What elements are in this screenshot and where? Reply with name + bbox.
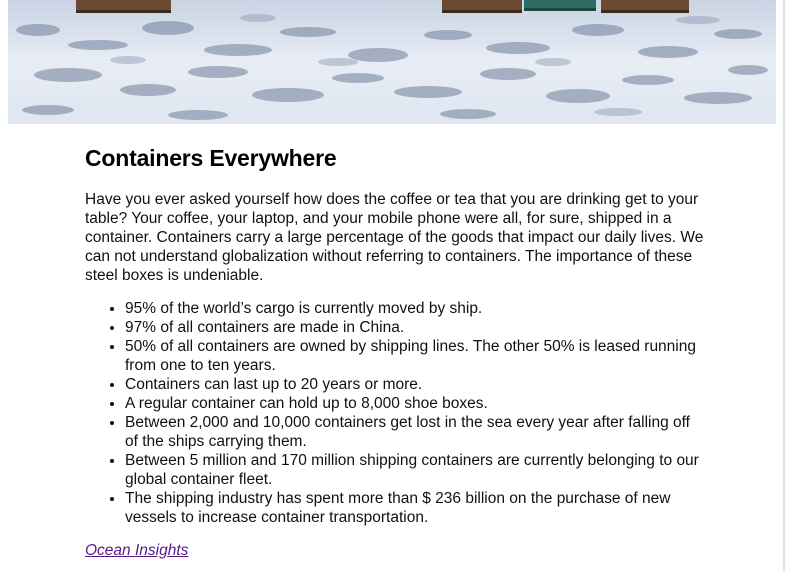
hero-image — [8, 0, 776, 124]
source-link[interactable]: Ocean Insights — [85, 541, 188, 560]
hero-reflection-image — [8, 0, 776, 124]
facts-list: 95% of the world’s cargo is currently mo… — [85, 299, 705, 527]
list-item: Between 2,000 and 10,000 containers get … — [125, 413, 705, 451]
article: Containers Everywhere Have you ever aske… — [85, 140, 705, 560]
list-item: 97% of all containers are made in China. — [125, 318, 705, 337]
page: Containers Everywhere Have you ever aske… — [0, 0, 785, 572]
list-item: 95% of the world’s cargo is currently mo… — [125, 299, 705, 318]
list-item: The shipping industry has spent more tha… — [125, 489, 705, 527]
article-intro: Have you ever asked yourself how does th… — [85, 191, 704, 284]
list-item: Containers can last up to 20 years or mo… — [125, 375, 705, 394]
list-item: 50% of all containers are owned by shipp… — [125, 337, 705, 375]
article-title: Containers Everywhere — [85, 145, 337, 171]
list-item: A regular container can hold up to 8,000… — [125, 394, 705, 413]
list-item: Between 5 million and 170 million shippi… — [125, 451, 705, 489]
